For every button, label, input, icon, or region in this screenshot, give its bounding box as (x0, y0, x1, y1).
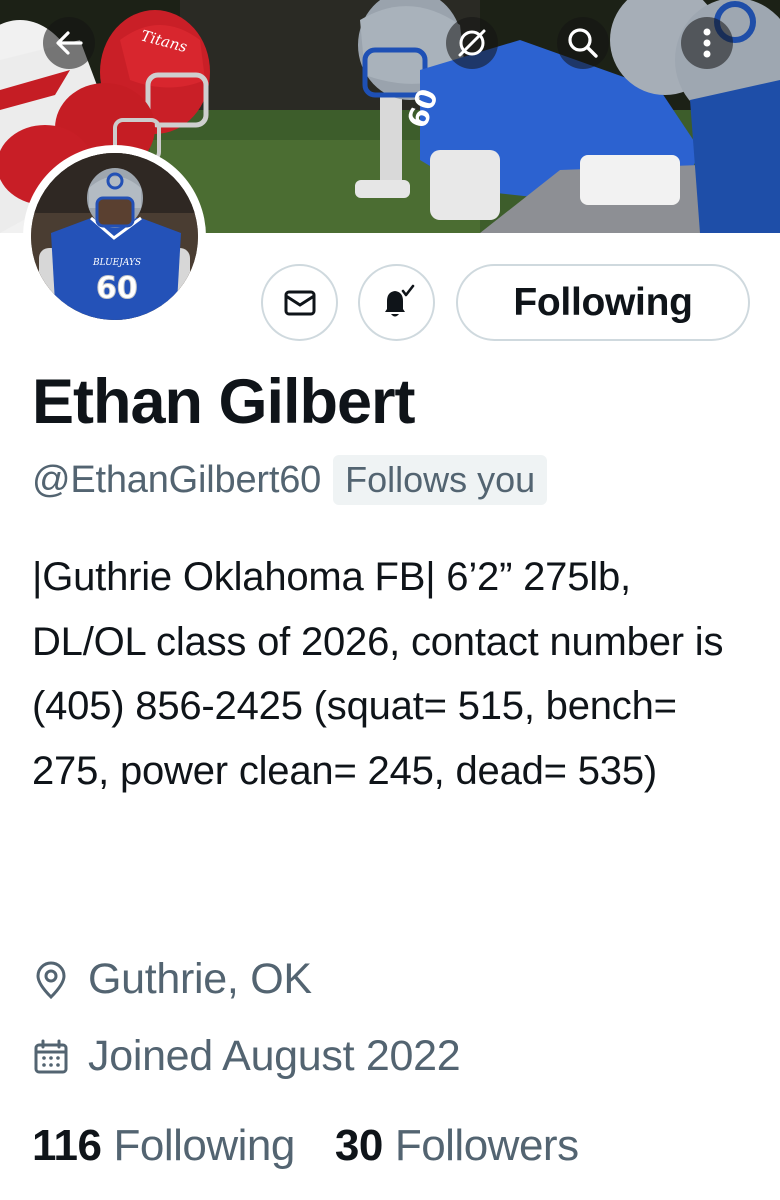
avatar-jersey-number: 60 (96, 271, 138, 306)
calendar-icon (34, 1039, 68, 1073)
grok-button[interactable] (446, 17, 498, 69)
location-pin-icon (36, 961, 66, 999)
envelope-icon (284, 290, 315, 315)
followers-label: Followers (394, 1121, 579, 1170)
followers-count-link[interactable]: 30 Followers (335, 1121, 579, 1171)
search-icon (568, 28, 598, 58)
follows-you-badge: Follows you (333, 455, 548, 505)
bell-check-icon (384, 284, 414, 316)
location-text: Guthrie, OK (88, 955, 312, 1003)
following-button[interactable]: Following (456, 264, 750, 341)
slashed-circle-icon (458, 29, 486, 57)
more-vertical-icon (703, 28, 711, 58)
profile-bio: |Guthrie Oklahoma FB| 6’2” 275lb, DL/OL … (32, 555, 724, 793)
joined-row: Joined August 2022 (32, 1032, 461, 1081)
message-button[interactable] (261, 264, 338, 341)
location-row: Guthrie, OK (32, 955, 312, 1004)
following-count-link[interactable]: 116 Following (32, 1121, 295, 1171)
follow-stats: 116 Following 30 Followers (32, 1121, 579, 1171)
avatar[interactable]: BLUEJAYS 60 (23, 145, 206, 328)
notifications-button[interactable] (358, 264, 435, 341)
following-count: 116 (32, 1121, 102, 1170)
joined-date: Joined August 2022 (88, 1032, 461, 1080)
username-handle: @EthanGilbert60 (32, 458, 322, 501)
display-name: Ethan Gilbert (32, 367, 416, 437)
more-button[interactable] (681, 17, 733, 69)
search-button[interactable] (557, 17, 609, 69)
handle-row: @EthanGilbert60 Follows you (32, 455, 548, 505)
avatar-photo: BLUEJAYS 60 (31, 153, 198, 320)
avatar-jersey-text: BLUEJAYS (92, 258, 141, 268)
back-button[interactable] (43, 17, 95, 69)
arrow-left-icon (56, 31, 83, 55)
followers-count: 30 (334, 1121, 383, 1170)
following-label: Following (113, 1121, 295, 1170)
